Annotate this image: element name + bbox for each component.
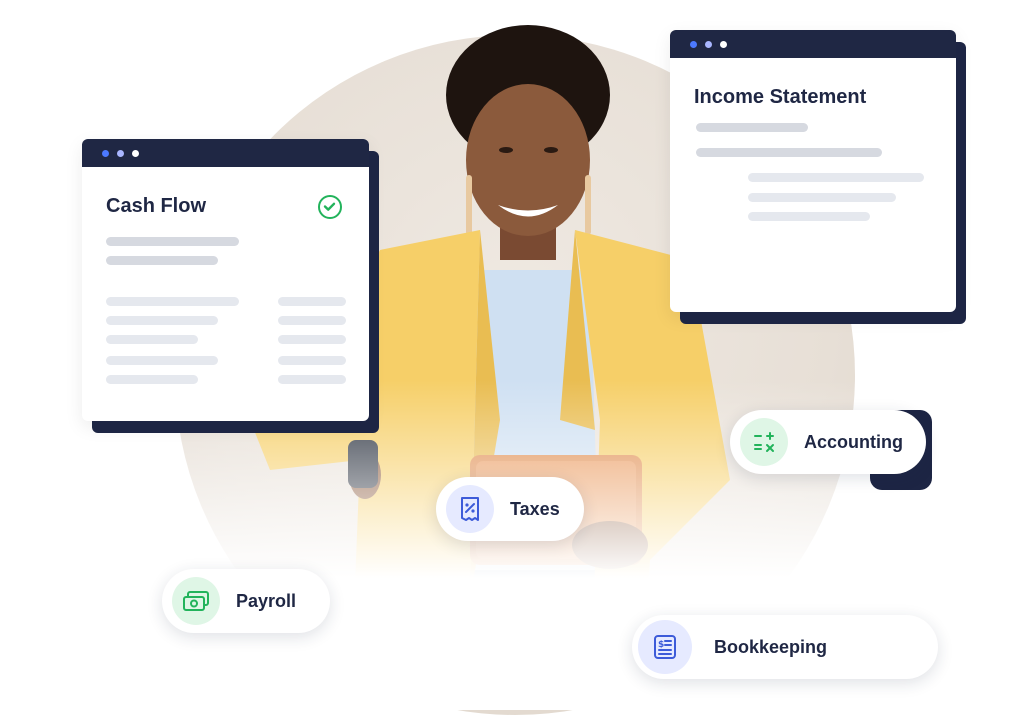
placeholder-line — [278, 375, 346, 384]
calculator-icon — [740, 418, 788, 466]
placeholder-line — [278, 335, 346, 344]
placeholder-line — [696, 123, 808, 132]
cash-flow-title: Cash Flow — [106, 195, 207, 217]
placeholder-line — [106, 237, 239, 246]
placeholder-line — [106, 256, 218, 265]
ledger-icon: $ — [638, 620, 692, 674]
income-statement-titlebar — [670, 30, 956, 58]
window-dot-icon — [117, 149, 124, 157]
income-statement-card: Income Statement — [670, 30, 956, 312]
accounting-pill[interactable]: Accounting — [730, 410, 926, 474]
svg-text:$: $ — [658, 640, 664, 650]
window-dot-icon — [705, 40, 712, 48]
window-dot-icon — [690, 40, 697, 48]
window-dot-icon — [132, 149, 139, 157]
accounting-label: Accounting — [804, 431, 903, 452]
cash-flow-titlebar — [82, 139, 369, 167]
placeholder-line — [278, 316, 346, 325]
check-circle-icon — [318, 195, 342, 219]
placeholder-line — [106, 335, 198, 344]
payroll-pill[interactable]: Payroll — [162, 569, 330, 633]
taxes-pill[interactable]: Taxes — [436, 477, 584, 541]
placeholder-line — [748, 212, 870, 221]
taxes-label: Taxes — [510, 498, 560, 519]
placeholder-line — [696, 148, 882, 157]
placeholder-line — [278, 356, 346, 365]
money-icon — [172, 577, 220, 625]
placeholder-line — [106, 316, 218, 325]
placeholder-line — [106, 297, 239, 306]
income-statement-title: Income Statement — [694, 86, 867, 108]
bookkeeping-label: Bookkeeping — [714, 636, 828, 657]
placeholder-line — [748, 193, 896, 202]
cash-flow-card: Cash Flow — [82, 139, 369, 421]
window-dot-icon — [102, 149, 109, 157]
bookkeeping-pill[interactable]: $ Bookkeeping — [632, 615, 938, 679]
tax-receipt-icon — [446, 485, 494, 533]
placeholder-line — [106, 375, 198, 384]
placeholder-line — [278, 297, 346, 306]
window-dot-icon — [720, 40, 727, 48]
placeholder-line — [748, 173, 924, 182]
payroll-label: Payroll — [236, 590, 297, 611]
placeholder-line — [106, 356, 218, 365]
